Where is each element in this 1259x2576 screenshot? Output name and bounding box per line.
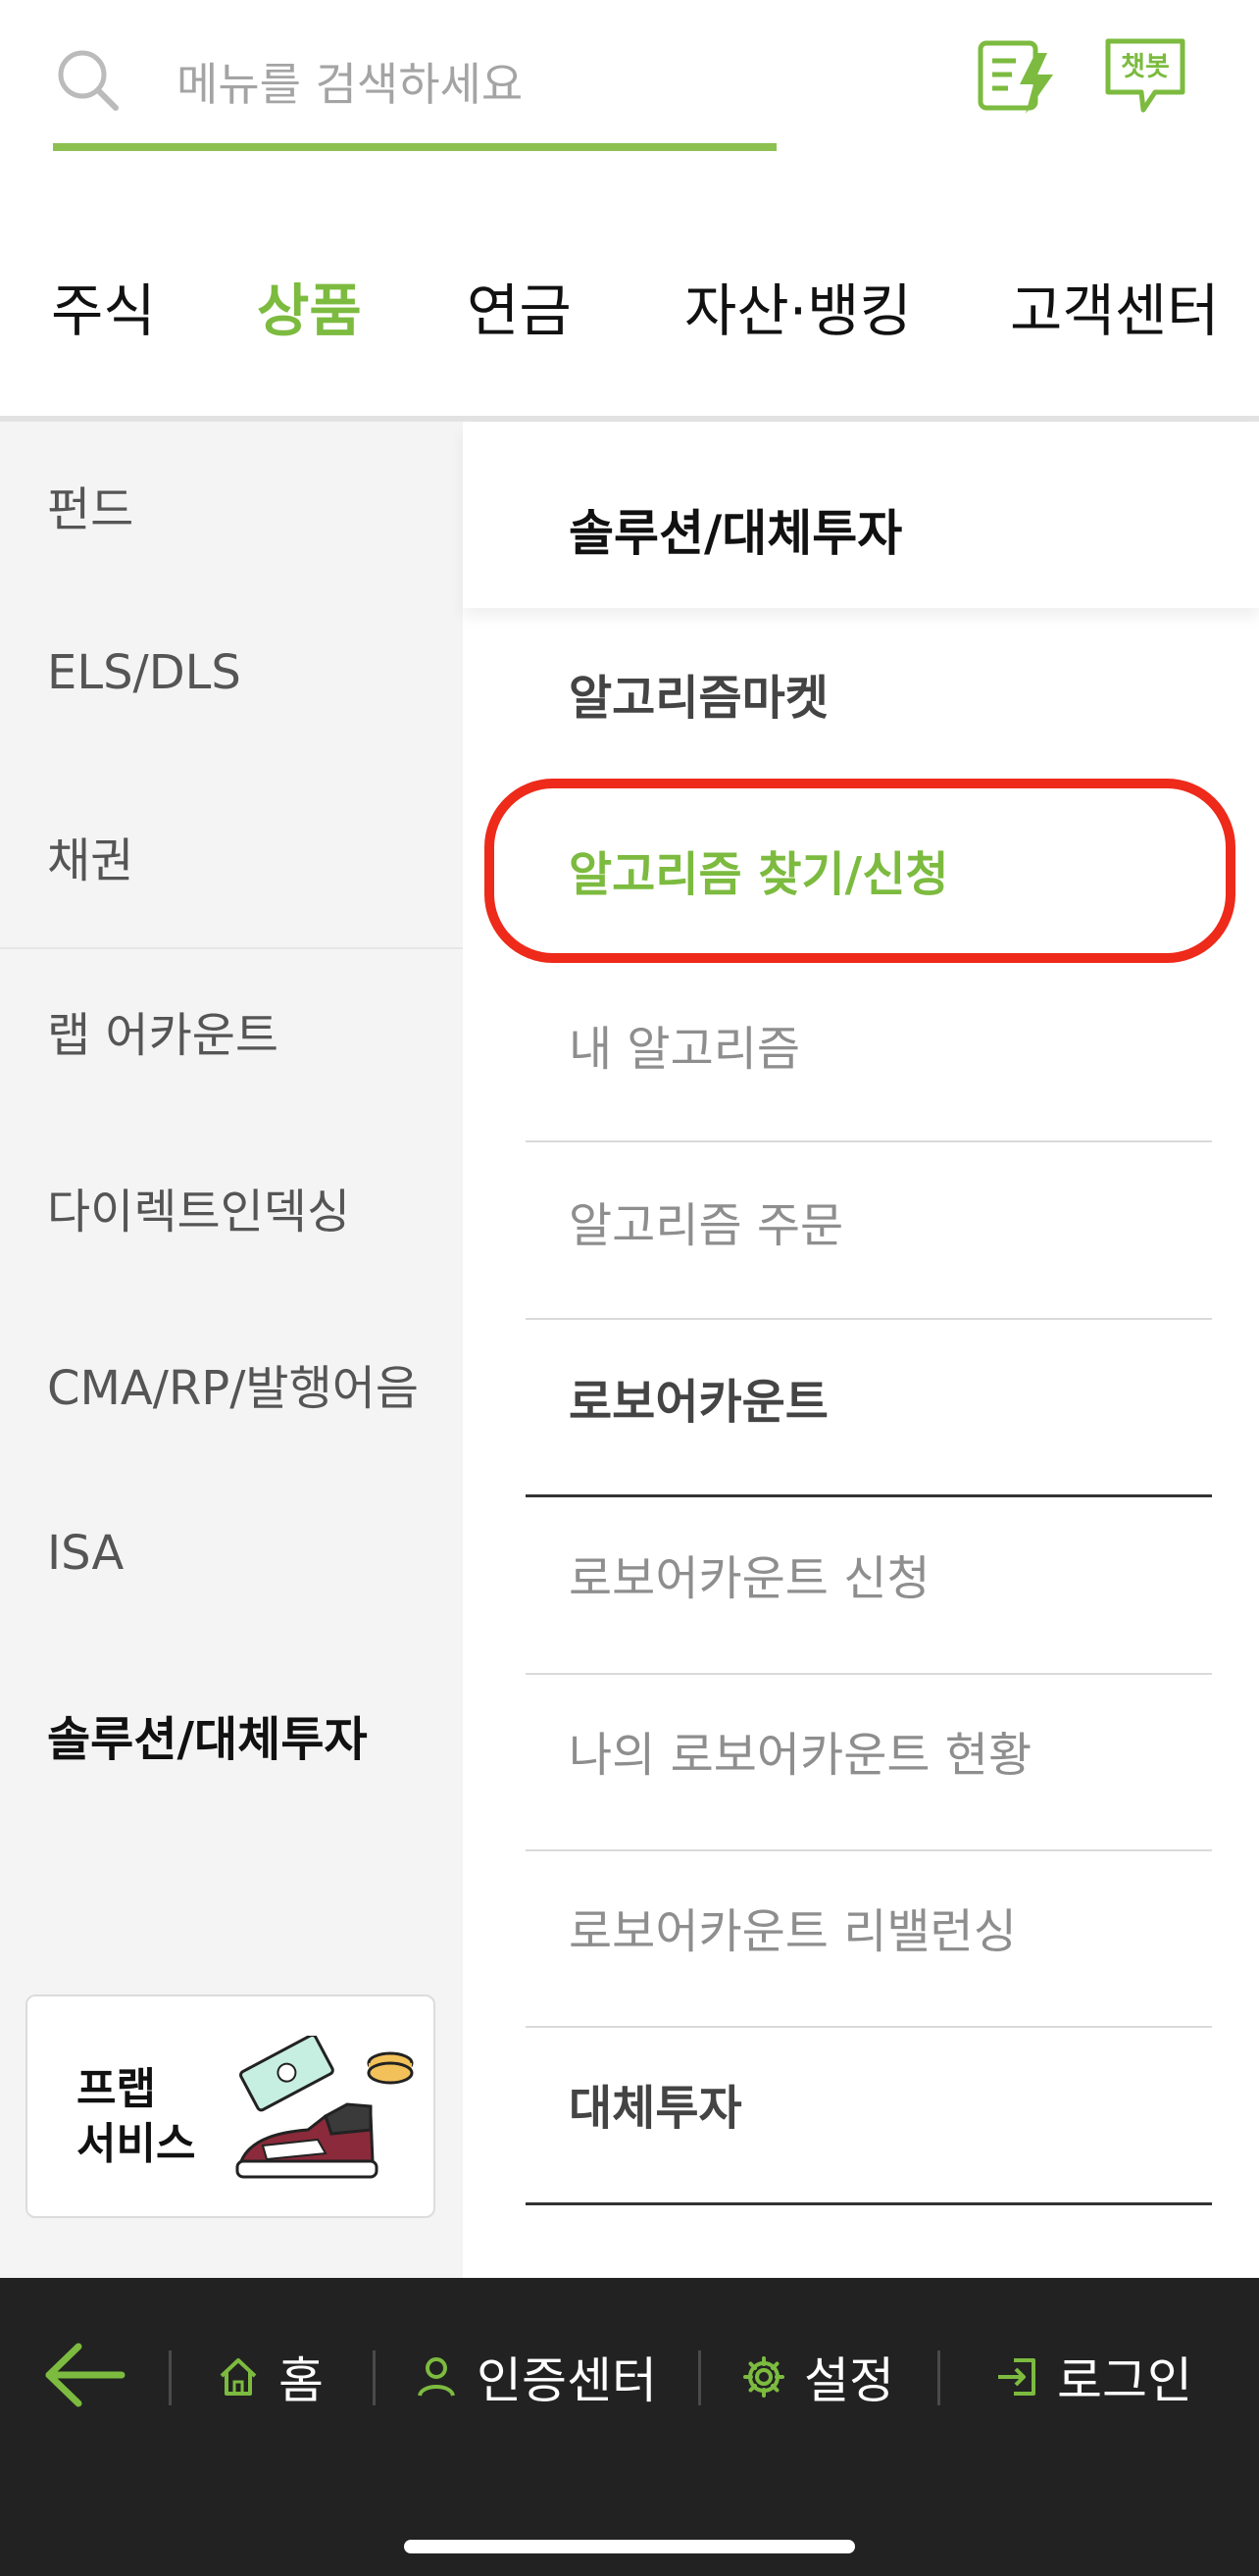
left-item-els-dls[interactable]: ELS/DLS bbox=[47, 645, 241, 700]
menu-item-my-algorithm[interactable]: 내 알고리즘 bbox=[569, 1010, 800, 1079]
divider bbox=[526, 1849, 1212, 1851]
menu-group-alternative-investment[interactable]: 대체투자 bbox=[569, 2069, 742, 2138]
tab-products[interactable]: 상품 bbox=[257, 265, 362, 347]
menu-item-robo-rebalancing[interactable]: 로보어카운트 리밸런싱 bbox=[569, 1893, 1017, 1961]
menu-item-robo-status[interactable]: 나의 로보어카운트 현황 bbox=[569, 1716, 1032, 1785]
divider bbox=[937, 2350, 940, 2405]
prap-service-banner[interactable]: 프랩 서비스 bbox=[25, 1995, 435, 2218]
tab-customer-center[interactable]: 고객센터 bbox=[1010, 265, 1219, 347]
promo-title-line1: 프랩 bbox=[76, 2064, 156, 2114]
divider bbox=[526, 1494, 1212, 1497]
promo-title-line2: 서비스 bbox=[76, 2119, 196, 2169]
left-item-solution-alternative[interactable]: 솔루션/대체투자 bbox=[47, 1700, 368, 1769]
chatbot-button[interactable]: 챗봇 bbox=[1104, 35, 1186, 118]
nav-settings-label: 설정 bbox=[804, 2352, 894, 2409]
submenu-title: 솔루션/대체투자 bbox=[569, 505, 903, 562]
divider bbox=[526, 1140, 1212, 1142]
search-icon bbox=[58, 50, 119, 111]
menu-item-robo-apply[interactable]: 로보어카운트 신청 bbox=[569, 1540, 931, 1608]
menu-item-algorithm-order[interactable]: 알고리즘 주문 bbox=[569, 1187, 843, 1255]
search-input[interactable] bbox=[176, 53, 765, 116]
home-indicator[interactable] bbox=[404, 2540, 855, 2553]
search-underline bbox=[53, 143, 777, 151]
divider bbox=[0, 947, 463, 949]
divider bbox=[526, 2202, 1212, 2205]
nav-auth-center-label: 인증센터 bbox=[477, 2352, 657, 2409]
nav-login-label: 로그인 bbox=[1057, 2352, 1192, 2409]
divider bbox=[698, 2350, 701, 2405]
divider bbox=[373, 2350, 376, 2405]
quick-menu-icon[interactable] bbox=[977, 35, 1059, 118]
divider bbox=[526, 1673, 1212, 1675]
menu-item-find-apply-algorithm[interactable]: 알고리즘 찾기/신청 bbox=[569, 835, 949, 904]
left-item-wrap-account[interactable]: 랩 어카운트 bbox=[47, 996, 278, 1065]
divider bbox=[169, 2350, 172, 2405]
nav-home-label: 홈 bbox=[278, 2352, 324, 2409]
nav-auth-center-button[interactable]: 인증센터 bbox=[414, 2343, 657, 2411]
bottom-nav-bar: 홈 인증센터 설정 로그인 bbox=[0, 2278, 1259, 2576]
nav-settings-button[interactable]: 설정 bbox=[741, 2343, 894, 2411]
gear-icon bbox=[743, 2356, 784, 2398]
left-item-direct-indexing[interactable]: 다이렉트인덱싱 bbox=[47, 1173, 350, 1241]
category-tabs: 주식 상품 연금 자산·뱅킹 고객센터 bbox=[0, 265, 1259, 382]
tab-pension[interactable]: 연금 bbox=[467, 265, 572, 347]
divider bbox=[526, 2026, 1212, 2028]
back-arrow-icon[interactable] bbox=[43, 2341, 127, 2409]
sneaker-money-illustration bbox=[235, 2036, 414, 2179]
submenu-panel: 솔루션/대체투자 알고리즘마켓 알고리즘 찾기/신청 내 알고리즘 알고리즘 주… bbox=[463, 422, 1259, 2278]
left-item-bond[interactable]: 채권 bbox=[47, 822, 133, 890]
left-item-isa[interactable]: ISA bbox=[47, 1526, 124, 1581]
tab-stocks[interactable]: 주식 bbox=[51, 265, 156, 347]
nav-login-button[interactable]: 로그인 bbox=[994, 2343, 1192, 2411]
menu-group-algorithm-market[interactable]: 알고리즘마켓 bbox=[569, 659, 829, 728]
login-icon bbox=[998, 2358, 1035, 2396]
chatbot-label: 챗봇 bbox=[1121, 52, 1170, 82]
tab-assets-banking[interactable]: 자산·뱅킹 bbox=[684, 265, 912, 347]
nav-home-button[interactable]: 홈 bbox=[216, 2343, 324, 2411]
submenu-header: 솔루션/대체투자 bbox=[463, 422, 1259, 608]
menu-group-robo-account[interactable]: 로보어카운트 bbox=[569, 1363, 829, 1432]
search-bar bbox=[53, 29, 777, 151]
home-icon bbox=[220, 2358, 257, 2396]
divider bbox=[526, 1318, 1212, 1320]
left-item-fund[interactable]: 펀드 bbox=[47, 471, 133, 539]
person-icon bbox=[418, 2357, 455, 2397]
left-item-cma-rp[interactable]: CMA/RP/발행어음 bbox=[47, 1349, 419, 1418]
